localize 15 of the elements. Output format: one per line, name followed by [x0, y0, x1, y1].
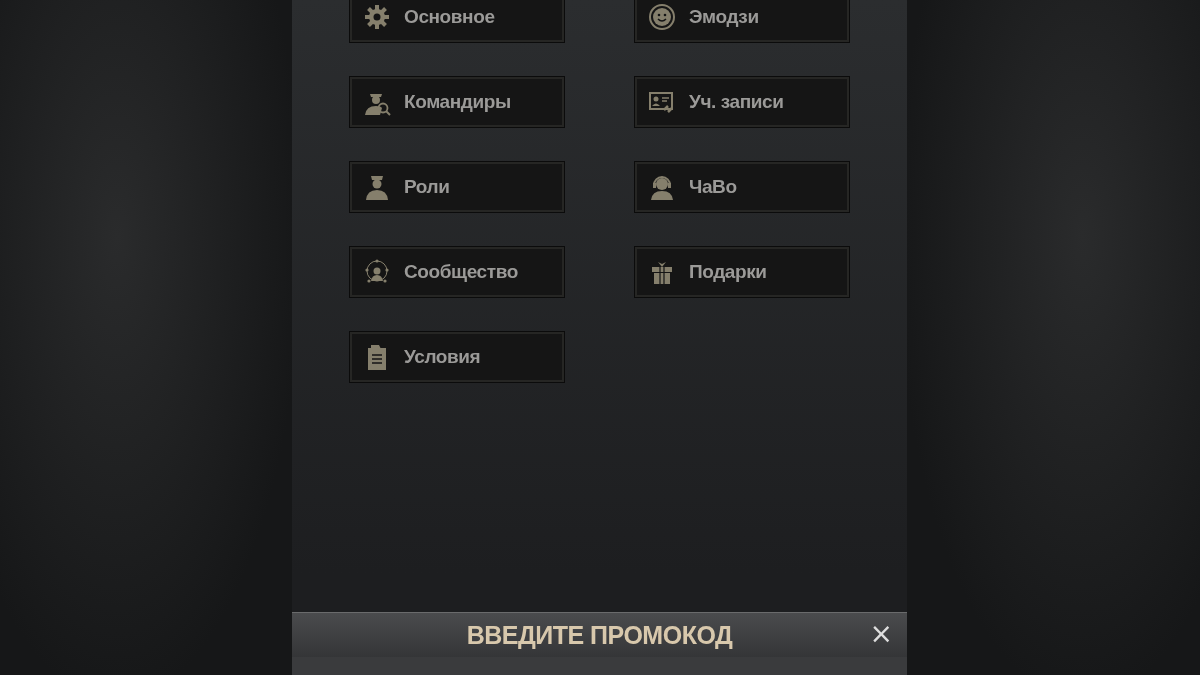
- menu-button[interactable]: Роли: [349, 161, 565, 213]
- menu-button[interactable]: Сообщество: [349, 246, 565, 298]
- menu-button[interactable]: Эмодзи: [634, 0, 850, 43]
- gear-icon: [363, 3, 391, 31]
- promo-title: ВВЕДИТЕ ПРОМОКОД: [466, 620, 733, 650]
- menu-button[interactable]: Командиры: [349, 76, 565, 128]
- officer-icon: [363, 173, 391, 201]
- menu-button[interactable]: Подарки: [634, 246, 850, 298]
- menu-button[interactable]: Условия: [349, 331, 565, 383]
- menu-button[interactable]: Основное: [349, 0, 565, 43]
- menu-button[interactable]: Уч. записи: [634, 76, 850, 128]
- smiley-icon: [648, 3, 676, 31]
- headset-icon: [648, 173, 676, 201]
- close-button[interactable]: ×: [867, 619, 895, 649]
- menu-button[interactable]: ЧаВо: [634, 161, 850, 213]
